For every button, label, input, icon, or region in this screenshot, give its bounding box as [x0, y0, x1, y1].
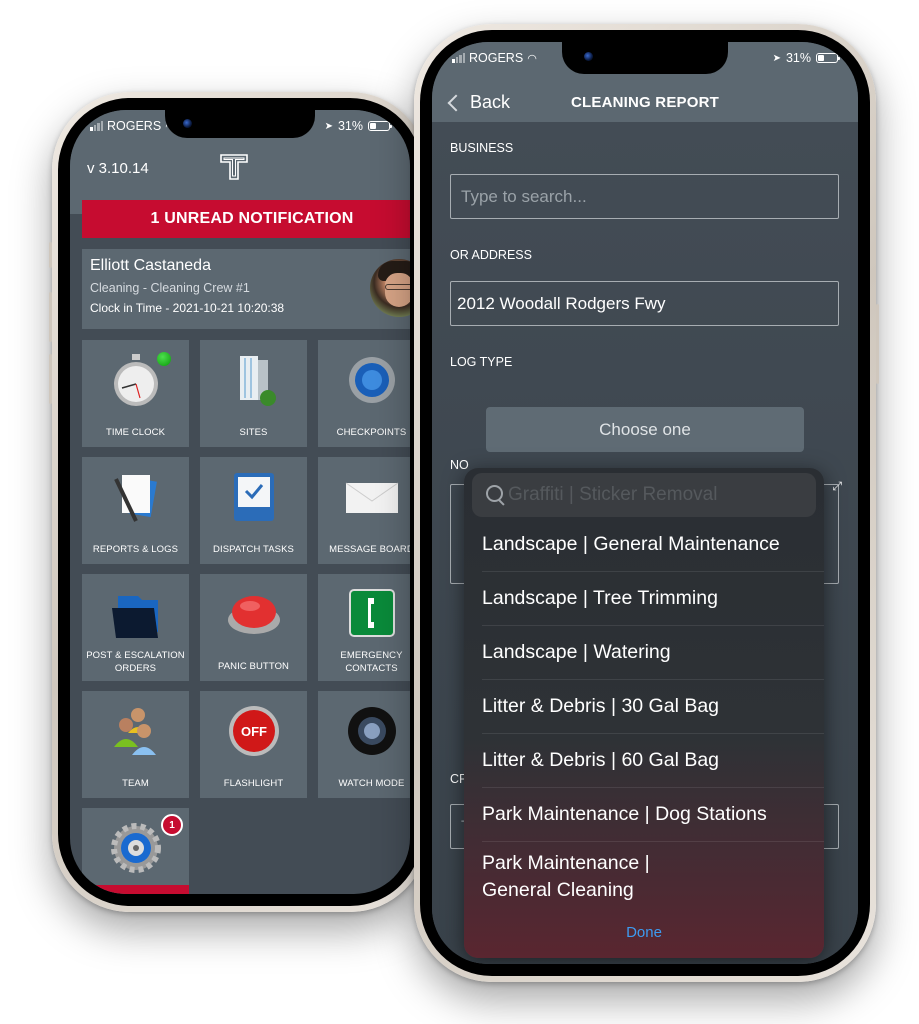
unread-notification-banner[interactable]: 1 UNREAD NOTIFICATION	[82, 200, 410, 238]
red-button-icon	[227, 596, 280, 634]
user-role: Cleaning - Cleaning Crew #1	[90, 281, 250, 295]
radar-icon	[348, 357, 395, 403]
notch	[562, 42, 728, 74]
inbox-check-icon	[233, 473, 274, 521]
clocked-in-indicator	[157, 352, 171, 366]
stopwatch-icon	[113, 354, 158, 406]
battery-percent: 31%	[785, 51, 811, 65]
done-button[interactable]: Done	[464, 924, 824, 941]
tile-label: CHECKPOINTS	[336, 427, 407, 438]
home-screen: ROGERS ◠ ➤ 31% v 3.10.14 1 UNREAD NOTIFI…	[70, 110, 410, 894]
tile-label: SITES	[239, 427, 268, 438]
app-logo-icon	[220, 154, 248, 180]
log-type-label: LOG TYPE	[450, 355, 513, 369]
document-pen-icon	[113, 475, 157, 522]
team-icon	[113, 708, 156, 755]
volume-up-button	[49, 292, 52, 342]
front-camera	[183, 119, 192, 128]
tile-label: EMERGENCY CONTACTS	[340, 650, 403, 674]
tile-message-board[interactable]: MESSAGE BOARD	[318, 457, 410, 564]
notch	[165, 110, 315, 138]
battery-percent: 31%	[337, 119, 363, 133]
tile-label: POST & ESCALATION ORDERS	[86, 650, 185, 674]
gear-icon	[110, 823, 161, 873]
tile-label: REPORTS & LOGS	[92, 544, 179, 555]
front-camera	[584, 52, 593, 61]
picker-option[interactable]: Park Maintenance | General Cleaning	[482, 842, 682, 912]
tile-sites[interactable]: SITES	[200, 340, 307, 447]
signal-icon	[452, 53, 465, 63]
tile-reports-logs[interactable]: REPORTS & LOGS	[82, 457, 189, 564]
power-button	[876, 304, 879, 384]
mute-switch	[49, 242, 52, 268]
address-input[interactable]: 2012 Woodall Rodgers Fwy	[450, 281, 839, 326]
battery-icon	[368, 121, 392, 131]
log-type-picker: Graffiti | Sticker Removal Landscape | G…	[464, 468, 824, 958]
picker-option[interactable]: Landscape | General Maintenance	[482, 518, 824, 572]
tile-time-clock[interactable]: TIME CLOCK	[82, 340, 189, 447]
cleaning-report-screen: ROGERS ◠ ➤ 31% Back CLEANING REPORT BUSI…	[432, 42, 858, 964]
notes-label: NO	[450, 458, 469, 472]
phone-icon	[348, 589, 395, 637]
picker-option[interactable]: Park Maintenance | Dog Stations	[482, 788, 824, 842]
tile-watch-mode[interactable]: WATCH MODE	[318, 691, 410, 798]
business-label: BUSINESS	[450, 141, 514, 155]
settings-badge: 1	[161, 814, 183, 836]
picker-option[interactable]: Litter & Debris | 60 Gal Bag	[482, 734, 824, 788]
left-phone: ROGERS ◠ ➤ 31% v 3.10.14 1 UNREAD NOTIFI…	[49, 92, 428, 912]
location-arrow-icon: ➤	[772, 52, 781, 64]
battery-icon	[816, 53, 840, 63]
app-version: v 3.10.14	[87, 160, 149, 177]
tile-emergency-contacts[interactable]: EMERGENCY CONTACTS	[318, 574, 410, 681]
volume-down-button	[49, 354, 52, 404]
tile-dispatch-tasks[interactable]: DISPATCH TASKS	[200, 457, 307, 564]
tile-settings[interactable]: 1 SETTINGS	[82, 808, 189, 894]
tile-checkpoints[interactable]: CHECKPOINTS	[318, 340, 410, 447]
address-label: OR ADDRESS	[450, 248, 532, 262]
tile-label: WATCH MODE	[338, 778, 405, 789]
building-icon	[239, 356, 276, 406]
picker-search-text: Graffiti | Sticker Removal	[508, 484, 718, 505]
signal-icon	[90, 121, 103, 131]
tile-label: TEAM	[122, 778, 149, 789]
tile-label: FLASHLIGHT	[223, 778, 284, 789]
carrier-label: ROGERS	[469, 51, 524, 65]
right-phone: ROGERS ◠ ➤ 31% Back CLEANING REPORT BUSI…	[414, 24, 879, 982]
log-type-select[interactable]: Choose one	[486, 407, 804, 452]
tile-panic-button[interactable]: PANIC BUTTON	[200, 574, 307, 681]
tile-flashlight[interactable]: OFF FLASHLIGHT	[200, 691, 307, 798]
marketing-stage: ROGERS ◠ ➤ 31% v 3.10.14 1 UNREAD NOTIFI…	[0, 0, 919, 1024]
tile-label: PANIC BUTTON	[217, 661, 290, 672]
svg-text:OFF: OFF	[241, 724, 267, 739]
tile-label: TIME CLOCK	[105, 427, 166, 438]
tile-team[interactable]: TEAM	[82, 691, 189, 798]
picker-option[interactable]: Landscape | Watering	[482, 626, 824, 680]
expand-icon[interactable]: ⤢	[832, 479, 842, 494]
folder-icon	[111, 596, 158, 638]
page-title: CLEANING REPORT	[570, 94, 719, 111]
tile-label: MESSAGE BOARD	[329, 544, 410, 555]
search-icon	[486, 485, 506, 505]
picker-search-input[interactable]: Graffiti | Sticker Removal	[472, 473, 816, 517]
tile-post-escalation-orders[interactable]: POST & ESCALATION ORDERS	[82, 574, 189, 681]
location-arrow-icon: ➤	[324, 120, 333, 132]
tile-label: DISPATCH TASKS	[213, 544, 294, 555]
wifi-icon: ◠	[527, 52, 537, 65]
picker-option[interactable]: Landscape | Tree Trimming	[482, 572, 824, 626]
clock-in-time: Clock in Time - 2021-10-21 10:20:38	[90, 301, 285, 315]
carrier-label: ROGERS	[107, 119, 162, 133]
user-card[interactable]: Elliott Castaneda Cleaning - Cleaning Cr…	[82, 249, 410, 329]
camera-lens-icon	[347, 707, 396, 755]
envelope-icon	[345, 482, 398, 513]
user-name: Elliott Castaneda	[90, 257, 211, 274]
business-search-input[interactable]: Type to search...	[450, 174, 839, 219]
flashlight-off-icon: OFF	[228, 706, 279, 756]
picker-option[interactable]: Litter & Debris | 30 Gal Bag	[482, 680, 824, 734]
tile-label: SETTINGS	[82, 885, 189, 894]
